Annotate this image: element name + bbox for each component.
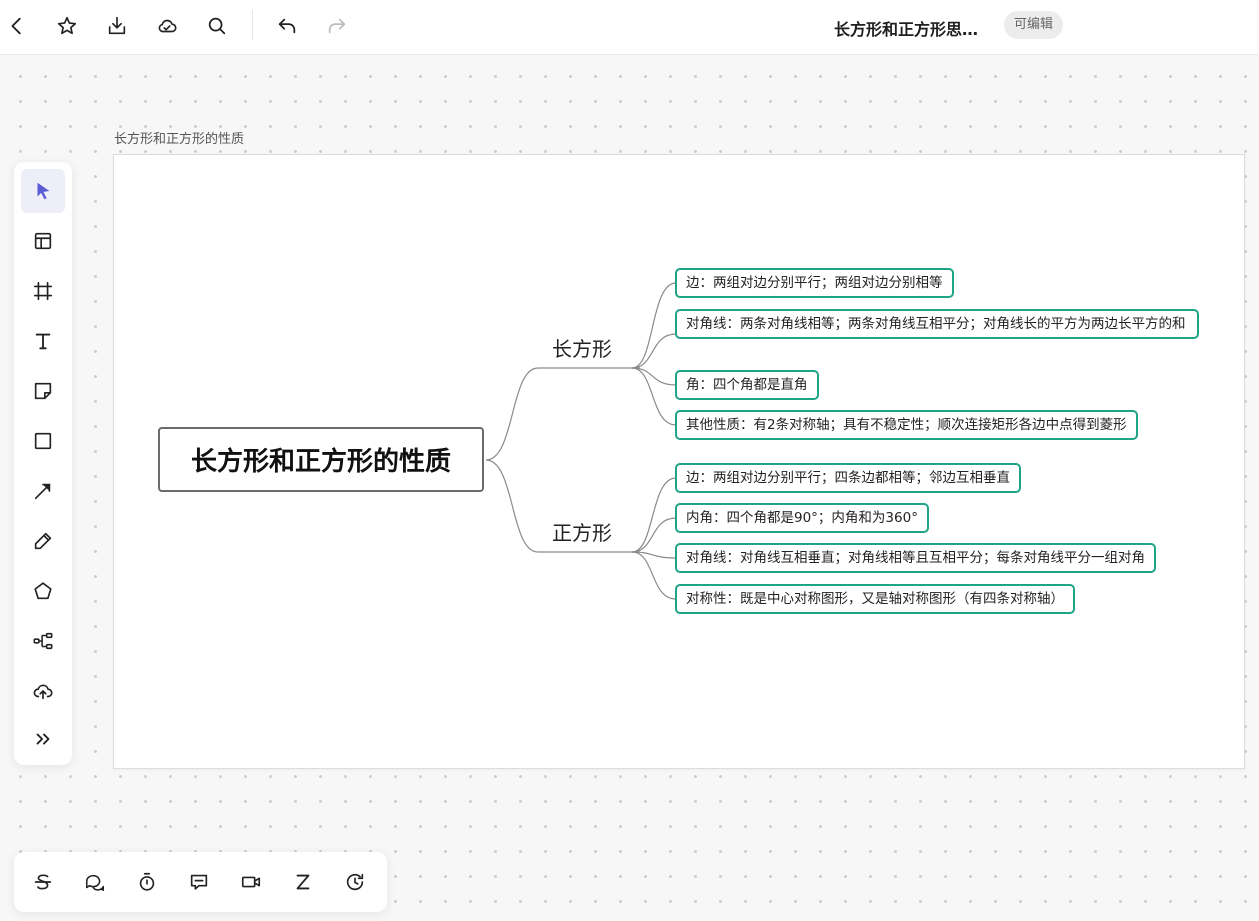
mindmap-leaf-rect-sides[interactable]: 边：两组对边分别平行；两组对边分别相等	[675, 268, 954, 298]
connector-central-rectangle	[485, 367, 640, 461]
mindmap-icon[interactable]	[21, 619, 65, 663]
mindmap-leaf-square-diagonals[interactable]: 对角线：对角线互相垂直；对角线相等且互相平分；每条对角线平分一组对角	[675, 543, 1156, 573]
connector-rect-leaf-1	[631, 282, 677, 369]
select-icon[interactable]	[21, 169, 65, 213]
rectangle-icon[interactable]	[21, 419, 65, 463]
timer-icon[interactable]	[125, 860, 169, 904]
upload-icon[interactable]	[21, 669, 65, 713]
bottom-toolbar	[14, 852, 387, 912]
chat-icon[interactable]	[177, 860, 221, 904]
mindmap-branch-rectangle[interactable]: 长方形	[552, 333, 612, 362]
more-icon[interactable]	[21, 717, 65, 761]
z-icon[interactable]	[281, 860, 325, 904]
template-icon[interactable]	[21, 219, 65, 263]
mindmap-central-node[interactable]: 长方形和正方形的性质	[158, 427, 484, 492]
connector-square-leaf-2	[631, 517, 677, 553]
mindmap-leaf-square-angles[interactable]: 内角：四个角都是90°；内角和为360°	[675, 503, 929, 533]
mindmap-branch-square[interactable]: 正方形	[552, 517, 612, 546]
pen-icon[interactable]	[21, 519, 65, 563]
connector-square-leaf-4	[631, 551, 677, 600]
comment-icon[interactable]	[73, 860, 117, 904]
text-icon[interactable]	[21, 319, 65, 363]
mindmap-leaf-rect-other[interactable]: 其他性质：有2条对称轴；具有不稳定性；顺次连接矩形各边中点得到菱形	[675, 410, 1138, 440]
mindmap-leaf-square-symmetry[interactable]: 对称性：既是中心对称图形，又是轴对称图形（有四条对称轴）	[675, 584, 1075, 614]
mindmap-leaf-square-sides[interactable]: 边：两组对边分别平行；四条边都相等；邻边互相垂直	[675, 463, 1021, 493]
left-toolbar	[14, 162, 72, 765]
connector-square-leaf-3	[631, 551, 677, 559]
connector-rect-leaf-2	[631, 333, 677, 369]
frame-icon[interactable]	[21, 269, 65, 313]
mindmap-leaf-rect-angles[interactable]: 角：四个角都是直角	[675, 370, 819, 400]
connector-square-leaf-1	[631, 477, 677, 553]
arrow-icon[interactable]	[21, 469, 65, 513]
mindmap-leaf-rect-diagonals[interactable]: 对角线：两条对角线相等；两条对角线互相平分；对角线长的平方为两边长平方的和	[675, 309, 1199, 339]
pentagon-icon[interactable]	[21, 569, 65, 613]
history-icon[interactable]	[333, 860, 377, 904]
connector-rect-leaf-4	[631, 367, 677, 426]
sticky-note-icon[interactable]	[21, 369, 65, 413]
strikethrough-icon[interactable]	[21, 860, 65, 904]
video-icon[interactable]	[229, 860, 273, 904]
